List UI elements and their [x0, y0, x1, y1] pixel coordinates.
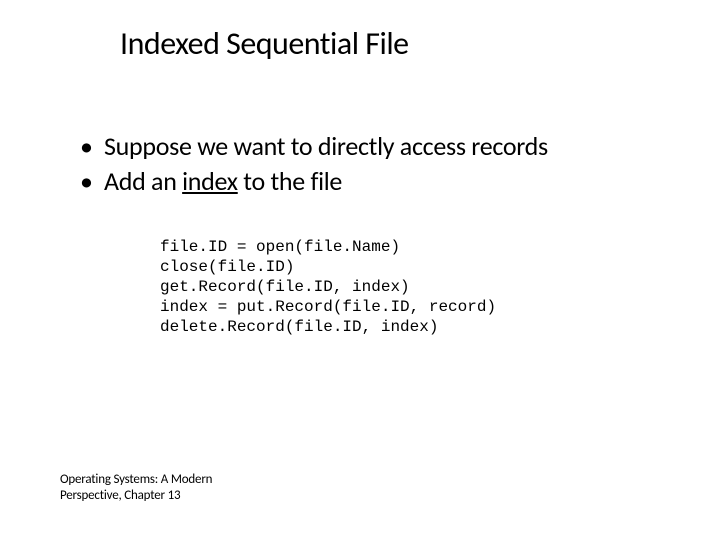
- bullet-list: Suppose we want to directly access recor…: [80, 129, 660, 199]
- slide-title: Indexed Sequential File: [120, 24, 660, 63]
- slide-footer: Operating Systems: A Modern Perspective,…: [60, 472, 212, 505]
- footer-line: Operating Systems: A Modern: [60, 472, 212, 488]
- bullet-text-post: to the file: [238, 165, 342, 197]
- code-block: file.ID = open(file.Name) close(file.ID)…: [160, 237, 660, 337]
- bullet-text: Suppose we want to directly access recor…: [104, 130, 548, 162]
- bullet-item: Add an index to the file: [80, 164, 660, 199]
- bullet-text: Add an: [104, 165, 182, 197]
- slide: Indexed Sequential File Suppose we want …: [0, 0, 720, 540]
- bullet-item: Suppose we want to directly access recor…: [80, 129, 660, 164]
- footer-line: Perspective, Chapter 13: [60, 488, 212, 504]
- bullet-underline: index: [182, 165, 238, 197]
